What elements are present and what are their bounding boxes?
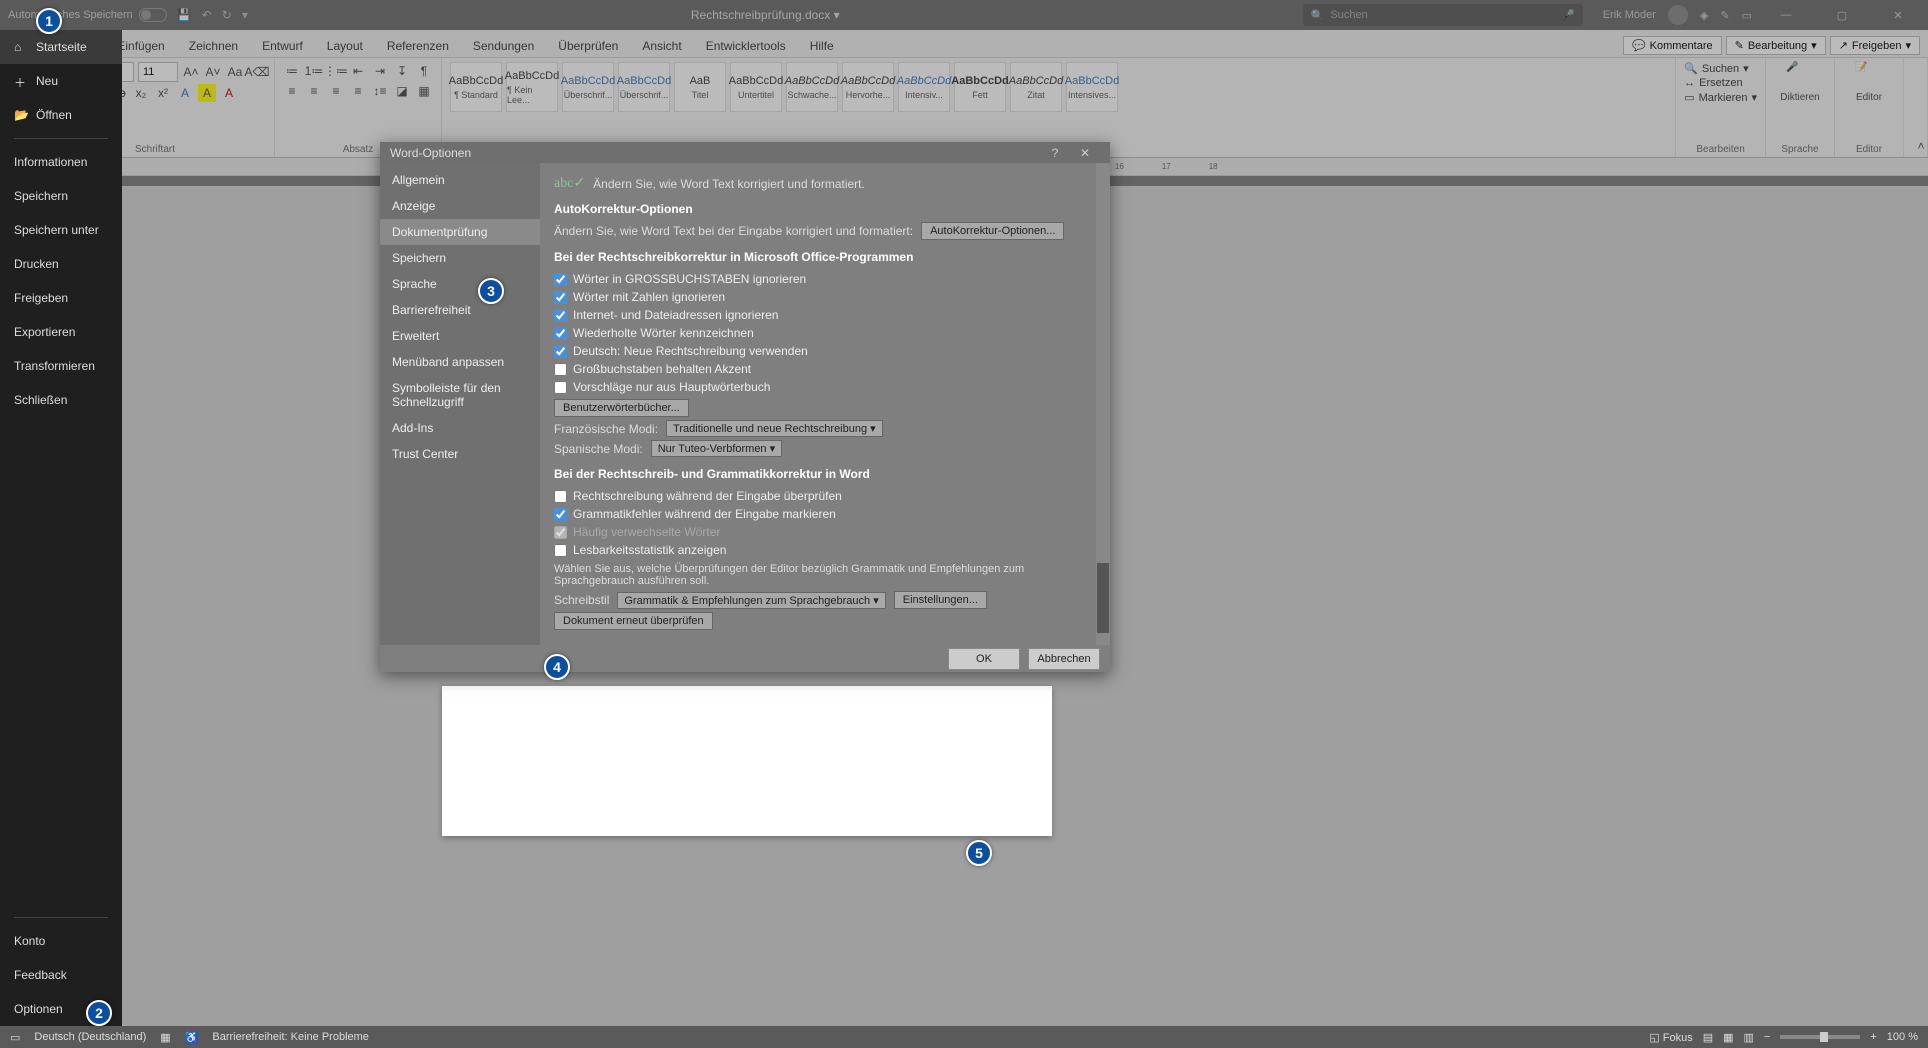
zoom-value[interactable]: 100 % <box>1887 1031 1918 1043</box>
macro-icon[interactable]: ▦ <box>160 1031 170 1044</box>
callout-5: 5 <box>966 840 992 866</box>
help-button[interactable]: ? <box>1040 146 1070 160</box>
checkbox-grammatikfehler-w-hr[interactable]: Grammatikfehler während der Eingabe mark… <box>554 505 1096 523</box>
options-nav-add-ins[interactable]: Add-Ins <box>380 415 540 441</box>
dialog-lead: Ändern Sie, wie Word Text korrigiert und… <box>593 177 865 191</box>
checkbox-wiederholte-w-rter-k[interactable]: Wiederholte Wörter kennzeichnen <box>554 324 1096 342</box>
dialog-close-button[interactable]: ✕ <box>1070 146 1100 160</box>
page-info-icon[interactable]: ▭ <box>10 1031 20 1044</box>
french-mode-label: Französische Modi: <box>554 422 658 436</box>
dialog-footer: OK Abbrechen <box>380 645 1110 672</box>
user-dictionaries-button[interactable]: Benutzerwörterbücher... <box>554 399 689 417</box>
status-bar: ▭ Deutsch (Deutschland) ▦ ♿ Barrierefrei… <box>0 1026 1928 1048</box>
view-web-icon[interactable]: ▥ <box>1744 1031 1754 1044</box>
checkbox-lesbarkeitsstatistik[interactable]: Lesbarkeitsstatistik anzeigen <box>554 541 1096 559</box>
checkbox-internet-und-dateia[interactable]: Internet- und Dateiadressen ignorieren <box>554 306 1096 324</box>
backstage-drucken[interactable]: Drucken <box>0 247 122 281</box>
backstage-schließen[interactable]: Schließen <box>0 383 122 417</box>
word-options-dialog: Word-Optionen ? ✕ AllgemeinAnzeigeDokume… <box>380 142 1110 672</box>
autocorrect-options-button[interactable]: AutoKorrektur-Optionen... <box>921 222 1064 240</box>
options-nav-menüband-anpassen[interactable]: Menüband anpassen <box>380 349 540 375</box>
backstage-speichern-unter[interactable]: Speichern unter <box>0 213 122 247</box>
backstage-öffnen[interactable]: 📂Öffnen <box>0 98 122 132</box>
backstage-exportieren[interactable]: Exportieren <box>0 315 122 349</box>
options-nav-trust-center[interactable]: Trust Center <box>380 441 540 467</box>
options-nav-sprache[interactable]: Sprache <box>380 271 540 297</box>
a11y-icon: ♿ <box>185 1031 199 1044</box>
style-settings-button[interactable]: Einstellungen... <box>894 591 987 609</box>
checkbox-w-rter-in-grossbuchs[interactable]: Wörter in GROSSBUCHSTABEN ignorieren <box>554 270 1096 288</box>
backstage-neu[interactable]: ＋Neu <box>0 64 122 98</box>
view-read-icon[interactable]: ▤ <box>1703 1031 1713 1044</box>
new-icon: ＋ <box>14 74 28 88</box>
accessibility-status[interactable]: Barrierefreiheit: Keine Probleme <box>212 1031 369 1043</box>
callout-1: 1 <box>36 8 62 34</box>
backstage-freigeben[interactable]: Freigeben <box>0 281 122 315</box>
open-icon: 📂 <box>14 108 28 122</box>
dialog-content: abc✓ Ändern Sie, wie Word Text korrigiert… <box>540 163 1110 645</box>
dialog-nav: AllgemeinAnzeigeDokumentprüfungSpeichern… <box>380 163 540 645</box>
zoom-out-icon[interactable]: − <box>1764 1031 1770 1043</box>
office-spellcheck-title: Bei der Rechtschreibkorrektur in Microso… <box>554 250 1096 264</box>
options-nav-barrierefreiheit[interactable]: Barrierefreiheit <box>380 297 540 323</box>
options-nav-symbolleiste-für-den-schnellzugriff[interactable]: Symbolleiste für den Schnellzugriff <box>380 375 540 415</box>
checkbox-deutsch-neue-rechts[interactable]: Deutsch: Neue Rechtschreibung verwenden <box>554 342 1096 360</box>
home-icon: ⌂ <box>14 40 28 54</box>
abc-icon: abc✓ <box>554 175 585 192</box>
options-nav-anzeige[interactable]: Anzeige <box>380 193 540 219</box>
dialog-titlebar: Word-Optionen ? ✕ <box>380 142 1110 163</box>
backstage-speichern[interactable]: Speichern <box>0 179 122 213</box>
word-spellcheck-title: Bei der Rechtschreib- und Grammatikkorre… <box>554 467 1096 481</box>
options-nav-speichern[interactable]: Speichern <box>380 245 540 271</box>
checkbox-vorschl-ge-nur-aus-h[interactable]: Vorschläge nur aus Hauptwörterbuch <box>554 378 1096 396</box>
zoom-in-icon[interactable]: + <box>1870 1031 1876 1043</box>
autocorrect-desc: Ändern Sie, wie Word Text bei der Eingab… <box>554 224 913 238</box>
callout-2: 2 <box>86 1000 112 1026</box>
backstage-konto[interactable]: Konto <box>0 924 122 958</box>
checkbox-w-rter-mit-zahlen-ig[interactable]: Wörter mit Zahlen ignorieren <box>554 288 1096 306</box>
backstage-informationen[interactable]: Informationen <box>0 145 122 179</box>
ok-button[interactable]: OK <box>948 648 1020 670</box>
options-nav-allgemein[interactable]: Allgemein <box>380 167 540 193</box>
checkbox-gro-buchstaben-behal[interactable]: Großbuchstaben behalten Akzent <box>554 360 1096 378</box>
dialog-scrollbar[interactable] <box>1096 163 1110 645</box>
backstage-feedback[interactable]: Feedback <box>0 958 122 992</box>
checkbox-rechtschreibung-w-hr[interactable]: Rechtschreibung während der Eingabe über… <box>554 487 1096 505</box>
dialog-title: Word-Optionen <box>390 146 471 160</box>
backstage-startseite[interactable]: ⌂Startseite <box>0 30 122 64</box>
options-nav-dokumentprüfung[interactable]: Dokumentprüfung <box>380 219 540 245</box>
spanish-mode-label: Spanische Modi: <box>554 442 643 456</box>
backstage-menu: ⌂Startseite＋Neu📂Öffnen InformationenSpei… <box>0 30 122 1026</box>
spanish-mode-select[interactable]: Nur Tuteo-Verbformen ▾ <box>651 440 782 457</box>
view-print-icon[interactable]: ▦ <box>1723 1031 1733 1044</box>
writing-style-select[interactable]: Grammatik & Empfehlungen zum Sprachgebra… <box>617 592 885 609</box>
recheck-document-button[interactable]: Dokument erneut überprüfen <box>554 612 713 630</box>
cancel-button[interactable]: Abbrechen <box>1028 648 1100 670</box>
zoom-slider[interactable] <box>1780 1035 1860 1039</box>
callout-4: 4 <box>544 654 570 680</box>
focus-mode[interactable]: ◱ Fokus <box>1649 1031 1692 1044</box>
checkbox-h-ufig-verwechselte-: Häufig verwechselte Wörter <box>554 523 1096 541</box>
french-mode-select[interactable]: Traditionelle und neue Rechtschreibung ▾ <box>666 420 883 437</box>
options-nav-erweitert[interactable]: Erweitert <box>380 323 540 349</box>
scrollbar-thumb[interactable] <box>1097 563 1109 633</box>
editor-checks-desc: Wählen Sie aus, welche Überprüfungen der… <box>554 563 1096 587</box>
callout-3: 3 <box>478 278 504 304</box>
language-status[interactable]: Deutsch (Deutschland) <box>34 1031 146 1043</box>
writing-style-label: Schreibstil <box>554 593 609 607</box>
autocorrect-section-title: AutoKorrektur-Optionen <box>554 202 1096 216</box>
page[interactable] <box>442 686 1052 836</box>
backstage-transformieren[interactable]: Transformieren <box>0 349 122 383</box>
